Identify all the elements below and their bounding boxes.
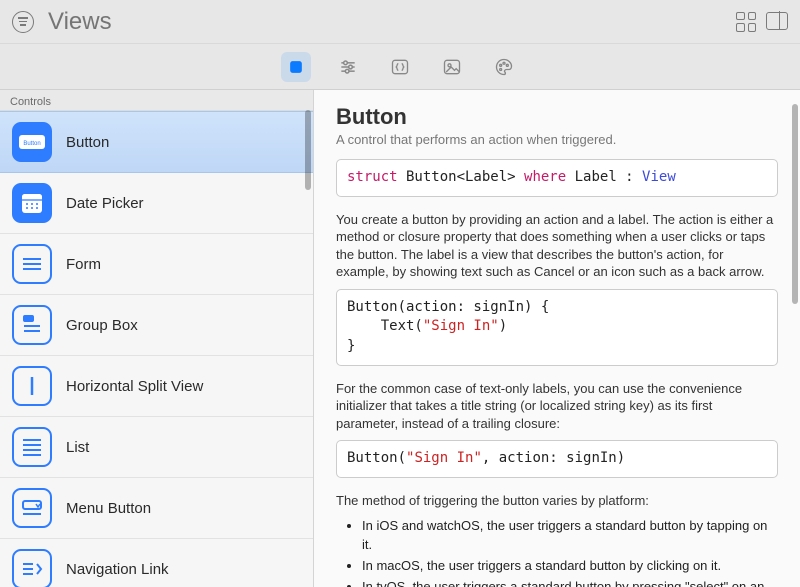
search-input[interactable] (44, 8, 736, 36)
svg-text:Button: Button (23, 141, 40, 147)
paragraph: The method of triggering the button vari… (336, 492, 778, 510)
button-icon: Button (12, 122, 52, 162)
groupbox-icon (12, 305, 52, 345)
inspector-toolbar (0, 44, 800, 90)
sidebar-item-label: Group Box (66, 317, 138, 334)
platform-list: In iOS and watchOS, the user triggers a … (362, 517, 778, 587)
menu-button-icon (12, 488, 52, 528)
scrollbar[interactable] (792, 104, 798, 304)
menu-icon[interactable] (12, 11, 34, 33)
doc-title: Button (336, 104, 778, 130)
sidebar-item-label: Button (66, 134, 109, 151)
paragraph: For the common case of text-only labels,… (336, 380, 778, 433)
list-item: In tvOS, the user triggers a standard bu… (362, 578, 778, 587)
sidebar-item-form[interactable]: Form (0, 234, 313, 295)
tab-adjustments[interactable] (333, 52, 363, 82)
tab-image[interactable] (437, 52, 467, 82)
form-icon (12, 244, 52, 284)
grid-view-icon[interactable] (736, 12, 756, 32)
split-view-icon[interactable] (766, 12, 788, 30)
list-item: In iOS and watchOS, the user triggers a … (362, 517, 778, 553)
tab-block[interactable] (281, 52, 311, 82)
sidebar-item-label: Date Picker (66, 195, 144, 212)
sidebar-item-group-box[interactable]: Group Box (0, 295, 313, 356)
code-example-1: Button(action: signIn) { Text("Sign In")… (336, 289, 778, 366)
tab-palette[interactable] (489, 52, 519, 82)
navigation-link-icon (12, 549, 52, 587)
sidebar-item-date-picker[interactable]: Date Picker (0, 173, 313, 234)
sidebar-item-label: Menu Button (66, 500, 151, 517)
code-example-2: Button("Sign In", action: signIn) (336, 440, 778, 478)
doc-subtitle: A control that performs an action when t… (336, 132, 778, 147)
paragraph: You create a button by providing an acti… (336, 211, 778, 281)
sidebar-item-button[interactable]: Button Button (0, 111, 313, 173)
sidebar-section-label: Controls (0, 90, 313, 111)
calendar-icon (12, 183, 52, 223)
sidebar-item-label: Navigation Link (66, 561, 169, 578)
sidebar-item-list[interactable]: List (0, 417, 313, 478)
detail-pane: Button A control that performs an action… (314, 90, 800, 587)
sidebar-item-hsplit[interactable]: Horizontal Split View (0, 356, 313, 417)
sidebar-item-navigation-link[interactable]: Navigation Link (0, 539, 313, 587)
list-icon (12, 427, 52, 467)
hsplit-icon (12, 366, 52, 406)
sidebar-item-label: Horizontal Split View (66, 378, 203, 395)
sidebar-item-label: List (66, 439, 89, 456)
list-item: In macOS, the user triggers a standard b… (362, 557, 778, 575)
tab-braces[interactable] (385, 52, 415, 82)
declaration-box: struct Button<Label> where Label : View (336, 159, 778, 197)
sidebar-item-menu-button[interactable]: Menu Button (0, 478, 313, 539)
sidebar-item-label: Form (66, 256, 101, 273)
sidebar: Controls Button Button Date Picker Form … (0, 90, 314, 587)
scrollbar[interactable] (305, 110, 311, 190)
